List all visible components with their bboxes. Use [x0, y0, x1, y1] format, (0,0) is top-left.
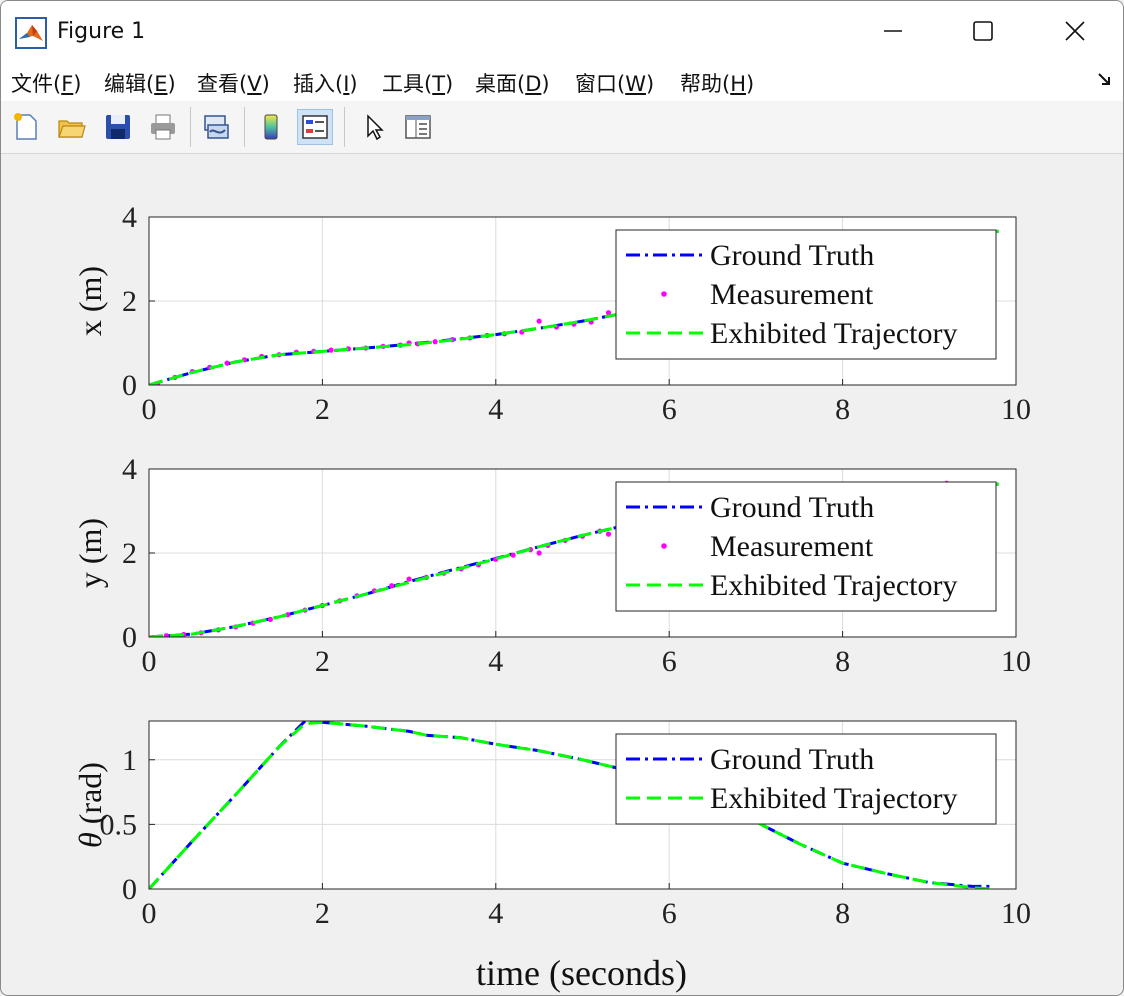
legend-label: Exhibited Trajectory [710, 317, 957, 350]
x-tick-label: 8 [835, 645, 850, 678]
measurement-point [163, 633, 169, 637]
measurement-point [536, 550, 542, 556]
x-tick-label: 10 [1001, 393, 1031, 426]
y-tick-label: 0 [122, 873, 137, 906]
figure-window: Figure 1 文件(F) 编辑(E) 查看(V) 插入(I) 工具(T) 桌… [0, 0, 1124, 996]
x-tick-label: 0 [142, 897, 157, 930]
x-tick-label: 6 [662, 645, 677, 678]
y-axis-label: x (m) [72, 266, 108, 336]
theta-symbol: θ [72, 832, 108, 848]
legend-label: Exhibited Trajectory [710, 569, 957, 602]
y-tick-label: 2 [122, 285, 137, 318]
x-tick-label: 2 [315, 645, 330, 678]
legend-marker [661, 291, 667, 297]
x-tick-label: 4 [488, 393, 503, 426]
x-axis-label: time (seconds) [476, 953, 687, 993]
y-tick-label: 2 [122, 537, 137, 570]
measurement-point [389, 583, 395, 589]
measurement-point [406, 576, 412, 582]
legend-label: Ground Truth [710, 743, 874, 776]
measurement-point [510, 552, 516, 558]
legend: Ground Truth Exhibited Trajectory [615, 733, 997, 825]
legend-label: Exhibited Trajectory [710, 782, 957, 815]
measurement-point [328, 347, 334, 353]
y-tick-label: 0 [122, 369, 137, 402]
legend-label: Measurement [710, 278, 874, 311]
figure-canvas: 0 2 4 6 8 10024Ground TruthMeasurementExhibit… [72, 201, 1031, 993]
y-axis-unit: (rad) [72, 762, 108, 832]
x-tick-label: 0 [142, 393, 157, 426]
legend: Ground Truth Measurement Exhibited Traject… [615, 229, 997, 360]
measurement-point [432, 339, 438, 345]
legend-marker [661, 543, 667, 549]
x-tick-label: 10 [1001, 645, 1031, 678]
measurement-point [536, 318, 542, 324]
y-tick-label: 4 [122, 201, 137, 234]
legend: Ground Truth Measurement Exhibited Traject… [615, 481, 997, 612]
axes-3: 0 2 4 6 8 1000.51 Ground TruthExhibited Trajec… [72, 720, 1031, 993]
legend-label: Ground Truth [710, 491, 874, 524]
x-tick-label: 4 [488, 645, 503, 678]
legend-label: Measurement [710, 530, 874, 563]
x-tick-label: 4 [488, 897, 503, 930]
measurement-point [267, 616, 273, 622]
x-tick-label: 0 [142, 645, 157, 678]
x-tick-label: 10 [1001, 897, 1031, 930]
axes-1: 0 2 4 6 8 10 0 2 4 Ground Truth Measurement Exhibit… [72, 201, 1031, 426]
measurement-point [605, 531, 612, 537]
x-tick-label: 8 [835, 897, 850, 930]
y-axis-label: y (m) [72, 518, 108, 588]
y-tick-label: 4 [122, 453, 137, 486]
y-tick-label: 1 [122, 744, 137, 777]
y-tick-label: 0 [122, 621, 137, 654]
axes-2: 0 2 4 6 8 10 0 2 4 Ground Truth Measurement Exhibit… [72, 453, 1031, 678]
x-tick-label: 6 [662, 393, 677, 426]
y-axis-label: θ (rad) [72, 762, 108, 848]
x-tick-label: 6 [662, 897, 677, 930]
x-tick-label: 8 [835, 393, 850, 426]
x-tick-label: 2 [315, 897, 330, 930]
x-tick-label: 2 [315, 393, 330, 426]
legend-label: Ground Truth [710, 239, 874, 272]
measurement-point [224, 360, 230, 366]
